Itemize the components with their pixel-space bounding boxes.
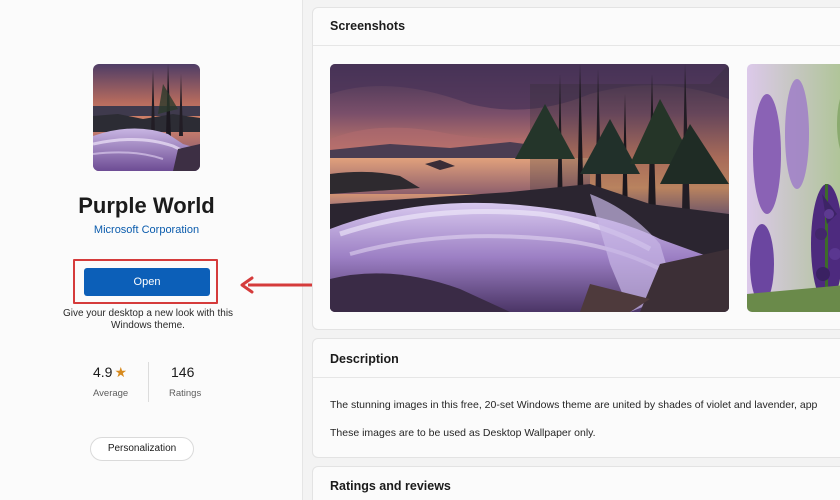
app-title: Purple World — [78, 193, 215, 218]
average-rating: 4.9 ★ — [93, 364, 127, 381]
rating-value: 4.9 — [93, 364, 113, 380]
screenshot-2[interactable] — [747, 64, 840, 312]
description-card: Description The stunning images in this … — [312, 338, 840, 458]
stats-divider — [148, 362, 149, 402]
category-tag[interactable]: Personalization — [90, 437, 194, 461]
ratings-reviews-title: Ratings and reviews — [330, 479, 451, 493]
star-icon: ★ — [114, 364, 128, 380]
screenshots-card: Screenshots — [312, 7, 840, 330]
description-title: Description — [330, 352, 399, 366]
left-arrow-icon — [240, 276, 312, 294]
description-paragraph: These images are to be used as Desktop W… — [330, 427, 596, 439]
average-label: Average — [93, 388, 129, 399]
ratings-count: 146 — [171, 364, 195, 380]
card-divider — [313, 377, 840, 378]
card-divider — [313, 45, 840, 46]
screenshots-title: Screenshots — [330, 19, 406, 33]
screenshot-1[interactable] — [330, 64, 729, 312]
publisher-link[interactable]: Microsoft Corporation — [0, 224, 293, 236]
ratings-reviews-card: Ratings and reviews — [312, 466, 840, 500]
open-description: Give your desktop a new look with this W… — [62, 308, 234, 331]
open-button[interactable]: Open — [84, 268, 210, 296]
app-info-panel: Purple World Microsoft Corporation Open … — [0, 0, 303, 500]
ratings-count-label: Ratings — [169, 388, 202, 399]
description-paragraph: The stunning images in this free, 20-set… — [330, 399, 818, 411]
app-icon — [93, 64, 200, 171]
